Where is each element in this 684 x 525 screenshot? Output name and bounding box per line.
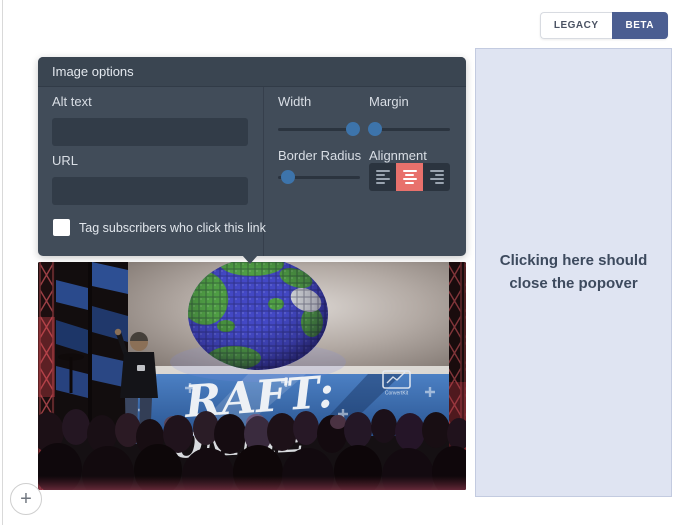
legacy-toggle-button[interactable]: LEGACY (540, 12, 612, 39)
align-center-icon (403, 170, 417, 184)
margin-slider[interactable] (369, 122, 450, 136)
add-block-button[interactable]: + (10, 483, 42, 515)
align-left-button[interactable] (369, 163, 396, 191)
margin-slider-thumb[interactable] (368, 122, 382, 136)
align-right-button[interactable] (423, 163, 450, 191)
alignment-label: Alignment (369, 148, 427, 163)
email-image-block[interactable]: RAFT: OMME ConvertKit (38, 262, 466, 490)
svg-text:ConvertKit: ConvertKit (385, 391, 409, 397)
border-radius-label: Border Radius (278, 148, 361, 163)
popover-caret (242, 255, 258, 264)
url-label: URL (52, 153, 78, 168)
side-panel-message: Clicking here should close the popover (496, 250, 651, 295)
popover-title: Image options (38, 57, 466, 87)
width-slider[interactable] (278, 122, 360, 136)
margin-label: Margin (369, 94, 409, 109)
align-right-icon (430, 170, 444, 184)
width-slider-thumb[interactable] (346, 122, 360, 136)
width-label: Width (278, 94, 311, 109)
alignment-button-group (369, 163, 450, 191)
beta-toggle-button[interactable]: BETA (612, 12, 668, 39)
popover-close-target-panel[interactable]: Clicking here should close the popover (475, 48, 672, 497)
tag-subscribers-label: Tag subscribers who click this link (79, 221, 266, 235)
canvas-left-border (2, 0, 3, 525)
border-radius-slider[interactable] (278, 170, 360, 184)
alt-text-input[interactable] (52, 118, 248, 146)
tag-subscribers-checkbox-row[interactable]: Tag subscribers who click this link (53, 219, 266, 236)
url-input[interactable] (52, 177, 248, 205)
editor-version-toggle: LEGACY BETA (540, 12, 668, 39)
conference-stage-photo: RAFT: OMME ConvertKit (38, 262, 466, 490)
border-radius-slider-thumb[interactable] (281, 170, 295, 184)
email-editor-canvas: LEGACY BETA Clicking here should close t… (0, 0, 684, 525)
alt-text-label: Alt text (52, 94, 92, 109)
align-left-icon (376, 170, 390, 184)
tag-subscribers-checkbox[interactable] (53, 219, 70, 236)
image-options-popover: Image options Alt text URL Tag subscribe… (38, 57, 466, 256)
align-center-button[interactable] (396, 163, 423, 191)
